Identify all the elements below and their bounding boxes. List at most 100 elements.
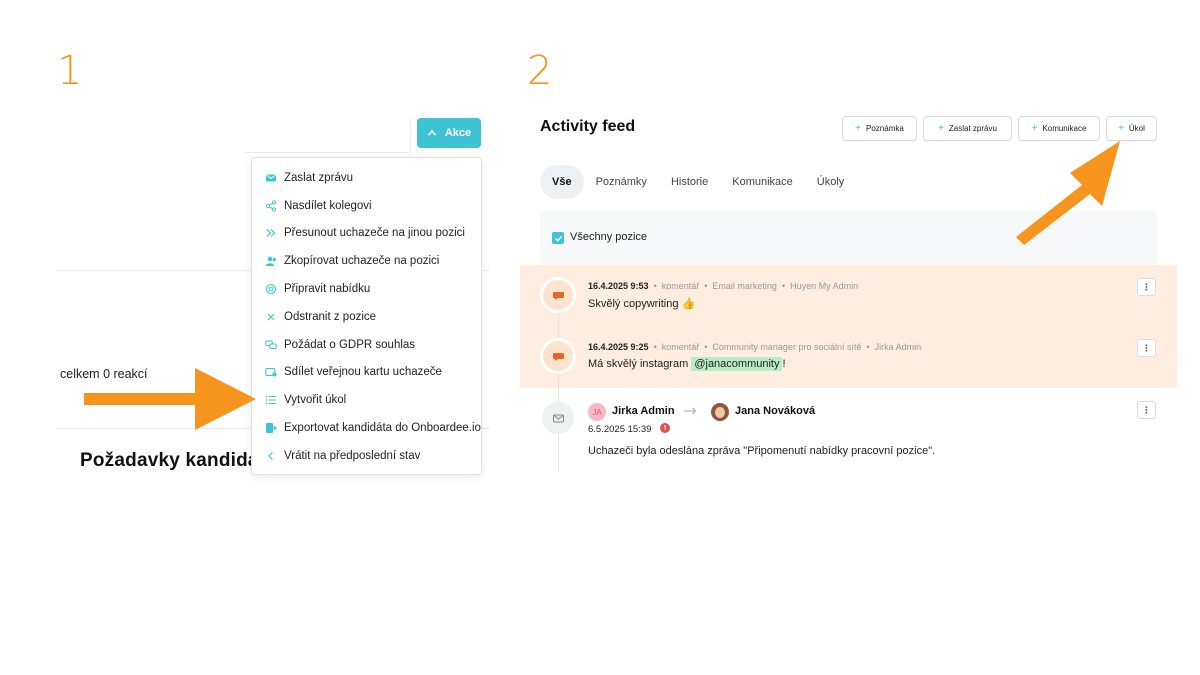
menu-item-label: Zkopírovat uchazeče na pozici (284, 255, 440, 268)
message-sender: Jirka Admin (612, 405, 675, 417)
plus-icon: + (938, 122, 944, 134)
menu-item-create-task[interactable]: Vytvořit úkol (252, 386, 481, 414)
add-task-button[interactable]: + Úkol (1106, 116, 1157, 141)
menu-item-send-message[interactable]: Zaslat zprávu (252, 164, 481, 192)
plus-icon: + (1031, 122, 1038, 134)
requirements-title: Požadavky kandidáta (80, 450, 252, 471)
feed-item-text: Skvělý copywriting 👍 (588, 298, 696, 310)
menu-item-label: Exportovat kandidáta do Onboardee.io (284, 422, 481, 435)
message-recipient: Jana Nováková (735, 405, 816, 417)
feed-item-author: Jirka Admin (874, 342, 922, 352)
akce-label: Akce (444, 127, 472, 139)
actions-dropdown-menu: Zaslat zprávu Nasdílet kolegovi Přesunou… (251, 157, 482, 475)
feed-item-highlight (520, 265, 1177, 327)
more-options-button[interactable]: ⋮ (1137, 278, 1156, 296)
step-number-1: 1 (57, 48, 83, 94)
kebab-icon: ⋮ (1142, 342, 1151, 353)
menu-item-share-colleague[interactable]: Nasdílet kolegovi (252, 192, 481, 220)
more-options-button[interactable]: ⋮ (1137, 401, 1156, 419)
menu-item-revert-state[interactable]: Vrátit na předposlední stav (252, 442, 481, 470)
avatar (711, 403, 729, 421)
users-icon (265, 255, 277, 267)
envelope-icon (265, 172, 277, 184)
menu-item-remove-from-position[interactable]: Odstranit z pozice (252, 303, 481, 331)
menu-item-label: Sdílet veřejnou kartu uchazeče (284, 366, 442, 379)
menu-item-share-public-card[interactable]: Sdílet veřejnou kartu uchazeče (252, 359, 481, 387)
feed-item-highlight (520, 326, 1177, 388)
comment-icon (540, 338, 576, 374)
mail-icon (542, 402, 574, 434)
button-label: Úkol (1128, 124, 1145, 133)
checklist-icon (265, 394, 277, 406)
button-label: Komunikace (1042, 124, 1087, 133)
export-icon (265, 422, 277, 434)
menu-item-prepare-offer[interactable]: Připravit nabídku (252, 275, 481, 303)
move-arrows-icon (265, 227, 277, 239)
menu-item-label: Odstranit z pozice (284, 310, 377, 323)
message-text: Uchazeči byla odeslána zpráva "Připomenu… (588, 445, 936, 457)
close-icon (265, 311, 277, 323)
button-label: Poznámka (866, 124, 904, 133)
menu-item-label: Vrátit na předposlední stav (284, 449, 421, 462)
plus-icon: + (855, 122, 862, 134)
menu-item-label: Připravit nabídku (284, 283, 371, 296)
tab-all[interactable]: Vše (540, 165, 584, 199)
avatar: JA (588, 403, 606, 421)
akce-button[interactable]: Akce (417, 118, 481, 148)
pointer-arrow-up-right (1016, 141, 1120, 245)
message-date: 6.5.2025 15:39 (588, 424, 652, 435)
tab-tasks[interactable]: Úkoly (805, 165, 857, 199)
feed-item-type: komentář (661, 281, 700, 291)
error-icon: ! (660, 423, 670, 433)
all-positions-label: Všechny pozice (570, 231, 648, 243)
all-positions-checkbox[interactable] (552, 232, 564, 244)
arrow-right-icon (683, 407, 697, 415)
divider (410, 118, 411, 152)
chevron-up-icon (427, 129, 436, 136)
offer-icon (265, 283, 277, 295)
menu-item-export-onboardee[interactable]: Exportovat kandidáta do Onboardee.io (252, 414, 481, 442)
menu-item-copy-candidate[interactable]: Zkopírovat uchazeče na pozici (252, 247, 481, 275)
kebab-icon: ⋮ (1142, 281, 1151, 292)
menu-item-move-candidate[interactable]: Přesunout uchazeče na jinou pozici (252, 220, 481, 248)
share-icon (265, 200, 277, 212)
feed-item-author: Huyen My Admin (790, 281, 859, 291)
feed-item-position: Email marketing (712, 281, 777, 291)
tab-notes[interactable]: Poznámky (584, 165, 659, 199)
add-note-button[interactable]: + Poznámka (842, 116, 917, 141)
tab-communication[interactable]: Komunikace (720, 165, 805, 199)
feed-item-meta: 16.4.2025 9:53 • komentář • Email marketing •… (588, 281, 859, 291)
feed-item-type: komentář (661, 342, 700, 352)
feed-item-meta: 16.4.2025 9:25 • komentář • Community manage… (588, 342, 922, 352)
mention-tag[interactable]: @janacommunity (691, 357, 783, 371)
menu-item-label: Přesunout uchazeče na jinou pozici (284, 227, 465, 240)
feed-item-date: 16.4.2025 9:53 (588, 281, 649, 291)
activity-feed-title: Activity feed (540, 118, 636, 135)
back-arrow-icon (265, 450, 277, 462)
feed-item-text-after: ! (782, 358, 786, 370)
feed-item-position: Community manager pro sociální sítě (712, 342, 862, 352)
tab-history[interactable]: Historie (659, 165, 720, 199)
card-share-icon (265, 366, 277, 378)
send-message-button[interactable]: + Zaslat zprávu (923, 116, 1012, 141)
pointer-arrow-right (84, 368, 256, 430)
check-icon (554, 235, 562, 242)
step-number-2: 2 (527, 48, 553, 94)
feed-item-date: 16.4.2025 9:25 (588, 342, 649, 352)
more-options-button[interactable]: ⋮ (1137, 339, 1156, 357)
menu-item-label: Nasdílet kolegovi (284, 199, 372, 212)
comment-icon (540, 277, 576, 313)
divider (244, 152, 410, 153)
menu-item-label: Vytvořit úkol (284, 394, 347, 407)
chat-bubbles-icon (265, 339, 277, 351)
menu-item-gdpr-consent[interactable]: Požádat o GDPR souhlas (252, 331, 481, 359)
feed-item-text: Má skvělý instagram @janacommunity! (588, 357, 786, 371)
timeline-line (558, 300, 559, 472)
menu-item-label: Požádat o GDPR souhlas (284, 338, 416, 351)
activity-tabs: Vše Poznámky Historie Komunikace Úkoly (540, 165, 856, 199)
menu-item-label: Zaslat zprávu (284, 171, 354, 184)
add-communication-button[interactable]: + Komunikace (1018, 116, 1100, 141)
plus-icon: + (1118, 122, 1124, 134)
feed-item-text-before: Má skvělý instagram (588, 358, 689, 370)
kebab-icon: ⋮ (1142, 404, 1151, 415)
